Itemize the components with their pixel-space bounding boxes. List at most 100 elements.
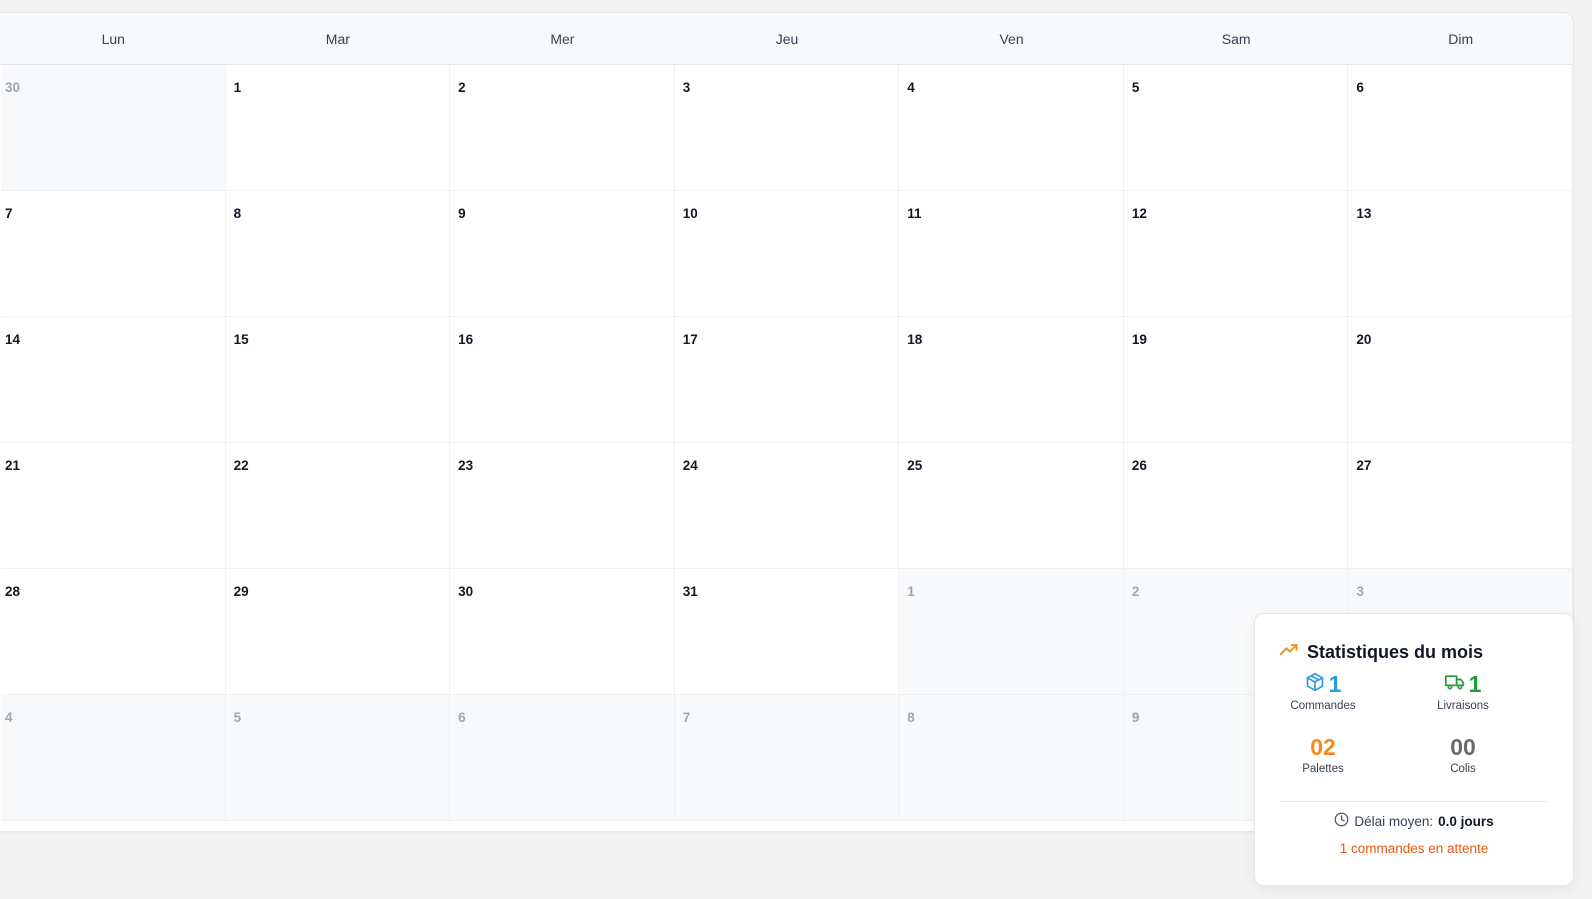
- day-number: 1: [233, 80, 242, 95]
- calendar-day-cell[interactable]: 13: [1348, 191, 1573, 317]
- day-number: 24: [682, 458, 698, 473]
- calendar-day-cell[interactable]: 1: [899, 569, 1124, 695]
- clock-icon: [1334, 812, 1349, 830]
- monthly-stats-card: Statistiques du mois 1 Commandes 1 Livra…: [1254, 613, 1574, 886]
- calendar-day-cell[interactable]: 17: [674, 317, 900, 443]
- stat-value: 02: [1310, 733, 1336, 760]
- day-number: 13: [1356, 206, 1372, 221]
- day-number: 15: [233, 332, 249, 347]
- calendar-day-cell[interactable]: 1: [225, 65, 451, 191]
- calendar-day-cell[interactable]: 11: [899, 191, 1124, 317]
- stat-livraisons: 1 Livraisons: [1403, 670, 1523, 713]
- calendar-day-cell[interactable]: 30: [1, 65, 226, 191]
- stat-value: 00: [1450, 733, 1476, 760]
- calendar-day-cell[interactable]: 24: [674, 443, 900, 569]
- calendar-header: Lun Mar Mer Jeu Ven Sam Dim: [0, 13, 1573, 65]
- calendar-day-cell[interactable]: 16: [450, 317, 675, 443]
- calendar-day-cell[interactable]: 19: [1123, 317, 1349, 443]
- calendar-day-cell[interactable]: 5: [225, 695, 451, 821]
- box-icon: [1305, 672, 1325, 697]
- calendar-day-cell[interactable]: 18: [899, 317, 1124, 443]
- weekday-header: Ven: [999, 30, 1024, 47]
- weekday-header: Dim: [1448, 30, 1474, 47]
- day-number: 3: [682, 80, 691, 95]
- day-number: 3: [1356, 584, 1364, 599]
- stat-colis: 00 Colis: [1403, 733, 1523, 776]
- day-number: 31: [682, 584, 698, 599]
- calendar-day-cell[interactable]: 23: [450, 443, 675, 569]
- calendar-day-cell[interactable]: 6: [450, 695, 675, 821]
- day-number: 4: [5, 710, 13, 725]
- delay-value: 0.0 jours: [1438, 813, 1494, 829]
- stat-label: Palettes: [1302, 763, 1344, 775]
- stats-title: Statistiques du mois: [1307, 642, 1484, 662]
- weekday-header: Sam: [1221, 30, 1251, 47]
- calendar-day-cell[interactable]: 8: [225, 191, 451, 317]
- day-number: 26: [1131, 458, 1147, 473]
- calendar-day-cell[interactable]: 20: [1348, 317, 1573, 443]
- calendar-day-cell[interactable]: 14: [1, 317, 226, 443]
- day-number: 9: [1131, 710, 1140, 725]
- day-number: 20: [1356, 332, 1372, 347]
- day-number: 2: [1131, 584, 1140, 599]
- day-number: 6: [458, 710, 466, 725]
- day-number: 4: [907, 80, 915, 95]
- day-number: 30: [458, 584, 474, 599]
- day-number: 1: [907, 584, 915, 599]
- day-number: 27: [1356, 458, 1372, 473]
- day-number: 23: [458, 458, 474, 473]
- calendar-day-cell[interactable]: 9: [450, 191, 675, 317]
- stat-commandes: 1 Commandes: [1263, 670, 1383, 713]
- day-number: 25: [907, 458, 923, 473]
- trending-up-icon: [1279, 640, 1299, 665]
- calendar-day-cell[interactable]: 25: [899, 443, 1124, 569]
- calendar-day-cell[interactable]: 7: [1, 191, 226, 317]
- calendar-day-cell[interactable]: 5: [1123, 65, 1349, 191]
- calendar-day-cell[interactable]: 4: [1, 695, 226, 821]
- day-number: 2: [458, 80, 466, 95]
- calendar-day-cell[interactable]: 12: [1123, 191, 1349, 317]
- divider: [1279, 801, 1549, 802]
- weekday-header: Lun: [101, 30, 125, 47]
- calendar-day-cell[interactable]: 15: [225, 317, 451, 443]
- truck-icon: [1444, 673, 1465, 696]
- calendar-day-cell[interactable]: 2: [450, 65, 675, 191]
- stats-header: Statistiques du mois: [1279, 640, 1483, 665]
- weekday-header: Jeu: [775, 30, 799, 47]
- day-number: 22: [233, 458, 249, 473]
- calendar-day-cell[interactable]: 31: [674, 569, 900, 695]
- calendar-day-cell[interactable]: 28: [1, 569, 226, 695]
- pending-orders: 1 commandes en attente: [1339, 841, 1489, 856]
- day-number: 29: [233, 584, 249, 599]
- day-number: 21: [5, 458, 21, 473]
- stat-label: Livraisons: [1437, 700, 1489, 712]
- day-number: 7: [5, 206, 13, 221]
- day-number: 18: [907, 332, 923, 347]
- day-number: 16: [458, 332, 474, 347]
- day-number: 8: [233, 206, 242, 221]
- calendar-day-cell[interactable]: 26: [1123, 443, 1349, 569]
- day-number: 5: [1131, 80, 1140, 95]
- calendar-day-cell[interactable]: 4: [899, 65, 1124, 191]
- calendar-day-cell[interactable]: 3: [674, 65, 900, 191]
- day-number: 6: [1356, 80, 1364, 95]
- day-number: 10: [682, 206, 698, 221]
- calendar-day-cell[interactable]: 27: [1348, 443, 1573, 569]
- stat-palettes: 02 Palettes: [1263, 733, 1383, 776]
- day-number: 17: [682, 332, 698, 347]
- calendar-day-cell[interactable]: 7: [674, 695, 900, 821]
- day-number: 9: [458, 206, 466, 221]
- calendar-day-cell[interactable]: 10: [674, 191, 900, 317]
- calendar-day-cell[interactable]: 29: [225, 569, 451, 695]
- calendar-day-cell[interactable]: 8: [899, 695, 1124, 821]
- calendar-day-cell[interactable]: 6: [1348, 65, 1573, 191]
- day-number: 5: [233, 710, 242, 725]
- average-delay: Délai moyen: 0.0 jours: [1255, 812, 1573, 830]
- delay-label: Délai moyen:: [1354, 813, 1434, 829]
- calendar-day-cell[interactable]: 30: [450, 569, 675, 695]
- stat-value: 1: [1328, 670, 1342, 697]
- calendar-day-cell[interactable]: 22: [225, 443, 451, 569]
- calendar-day-cell[interactable]: 21: [1, 443, 226, 569]
- stat-label: Colis: [1450, 763, 1476, 775]
- day-number: 8: [907, 710, 915, 725]
